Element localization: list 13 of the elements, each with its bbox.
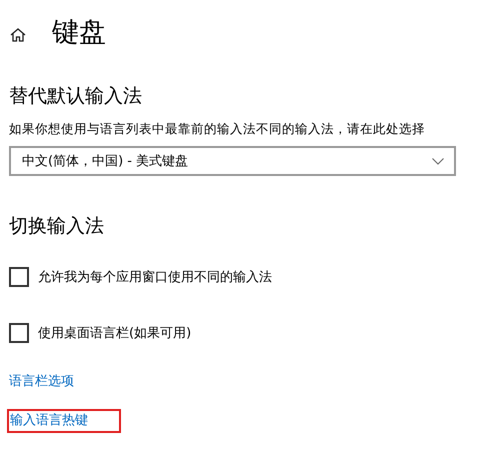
section-heading: 替代默认输入法 <box>9 84 143 108</box>
checkbox[interactable] <box>9 323 29 343</box>
description-text: 如果你想使用与语言列表中最靠前的输入法不同的输入法，请在此处选择 <box>9 120 426 138</box>
section-heading: 切换输入法 <box>9 214 105 238</box>
link[interactable]: 语言栏选项 <box>9 373 74 391</box>
home-icon[interactable] <box>10 28 26 42</box>
link[interactable]: 输入语言热键 <box>10 412 118 430</box>
checkbox-label: 允许我为每个应用窗口使用不同的输入法 <box>38 269 272 286</box>
checkbox[interactable] <box>9 267 29 287</box>
chevron-down-icon <box>432 158 444 164</box>
input-method-dropdown[interactable]: 中文(简体，中国) - 美式键盘 <box>9 146 456 176</box>
page-title: 键盘 <box>52 17 106 49</box>
checkbox-label: 使用桌面语言栏(如果可用) <box>38 325 192 342</box>
